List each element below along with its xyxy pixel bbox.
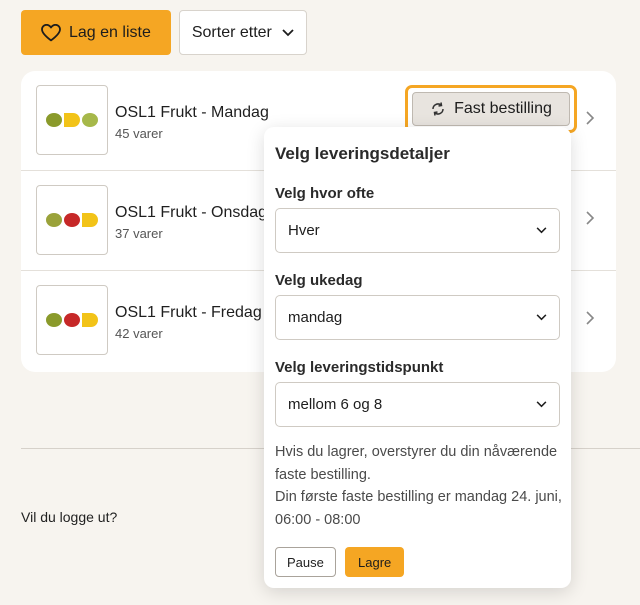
apple-icon <box>64 313 80 327</box>
weekday-label: Velg ukedag <box>275 272 363 289</box>
chevron-right-icon[interactable] <box>583 111 597 125</box>
grapes-icon <box>82 113 98 127</box>
pear-icon <box>46 213 62 227</box>
fruit-thumbnail <box>36 85 108 155</box>
kiwi-icon <box>46 113 62 127</box>
fast-order-label: Fast bestilling <box>454 100 552 117</box>
weekday-value: mandag <box>288 309 343 326</box>
create-list-label: Lag en liste <box>69 23 151 41</box>
list-count: 37 varer <box>115 226 163 241</box>
chevron-down-icon <box>536 227 547 234</box>
fast-order-button[interactable]: Fast bestilling <box>412 92 570 126</box>
delivery-details-popover: Velg leveringsdetaljer Velg hvor ofte Hv… <box>264 127 571 588</box>
recurring-icon <box>432 102 444 116</box>
sort-dropdown[interactable]: Sorter etter <box>178 10 307 55</box>
frequency-value: Hver <box>288 222 320 239</box>
pause-button[interactable]: Pause <box>275 547 336 577</box>
frequency-label: Velg hvor ofte <box>275 185 375 202</box>
chevron-down-icon <box>536 401 547 408</box>
override-info: Hvis du lagrer, overstyrer du din nåvære… <box>275 441 565 531</box>
banana-icon <box>82 313 98 327</box>
first-order-info: Din første faste bestilling er mandag 24… <box>275 489 562 528</box>
fast-order-focus-ring: Fast bestilling <box>405 85 577 133</box>
chevron-right-icon[interactable] <box>583 211 597 225</box>
banana-icon <box>82 213 98 227</box>
list-name: OSL1 Frukt - Mandag <box>115 104 269 121</box>
delivery-time-value: mellom 6 og 8 <box>288 396 383 413</box>
chevron-down-icon <box>536 314 547 321</box>
chevron-right-icon[interactable] <box>583 311 597 325</box>
list-name: OSL1 Frukt - Fredag <box>115 304 262 321</box>
fruit-thumbnail <box>36 185 108 255</box>
fruit-thumbnail <box>36 285 108 355</box>
sort-label: Sorter etter <box>191 23 272 41</box>
chevron-down-icon <box>282 28 294 36</box>
frequency-select[interactable]: Hver <box>275 208 560 253</box>
save-button[interactable]: Lagre <box>345 547 405 577</box>
override-warning: Hvis du lagrer, overstyrer du din nåvære… <box>275 444 558 483</box>
kiwi-icon <box>46 313 62 327</box>
create-list-button[interactable]: Lag en liste <box>21 10 171 55</box>
delivery-time-select[interactable]: mellom 6 og 8 <box>275 382 560 427</box>
popover-title: Velg leveringsdetaljer <box>275 144 450 163</box>
toolbar: Lag en liste Sorter etter <box>21 10 307 55</box>
logout-prompt: Vil du logge ut? <box>21 509 118 525</box>
weekday-select[interactable]: mandag <box>275 295 560 340</box>
list-name: OSL1 Frukt - Onsdag <box>115 204 268 221</box>
list-count: 45 varer <box>115 126 163 141</box>
apple-icon <box>64 213 80 227</box>
banana-icon <box>64 113 80 127</box>
heart-icon <box>41 23 61 41</box>
delivery-time-label: Velg leveringstidspunkt <box>275 359 444 376</box>
list-count: 42 varer <box>115 326 163 341</box>
